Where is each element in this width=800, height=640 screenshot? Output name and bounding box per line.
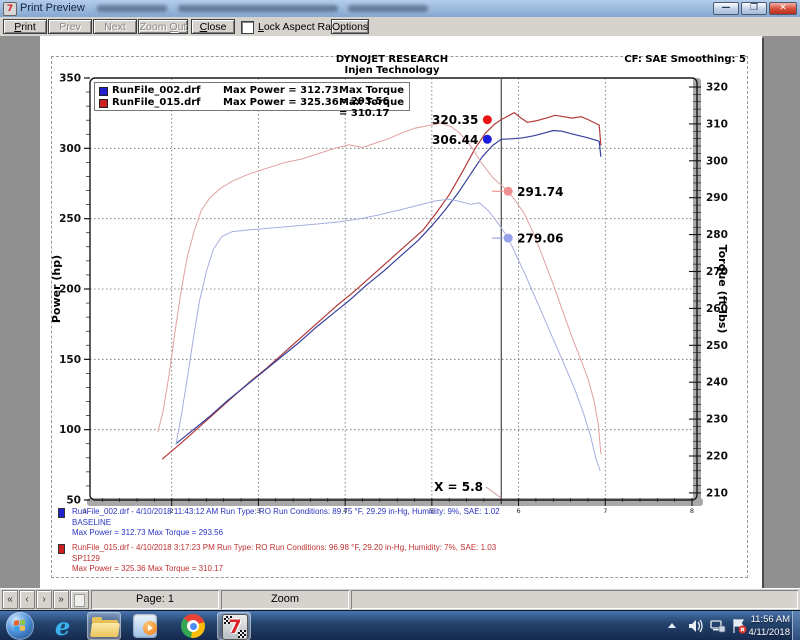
options-button[interactable]: Options [331, 19, 369, 34]
first-page-button[interactable]: « [2, 590, 18, 609]
taskbar-item-chrome[interactable] [176, 612, 210, 640]
tray-clock[interactable]: 11:56 AM 4/11/2018 [720, 613, 790, 639]
callout-dot [483, 115, 492, 124]
legend-file: RunFile_015.drf [112, 97, 201, 108]
print-preview-area: DYNOJET RESEARCH Injen Technology CF: SA… [0, 36, 800, 588]
media-player-icon [133, 614, 157, 638]
torque-tick-label: 310 [706, 118, 728, 130]
power-tick-label: 150 [59, 354, 81, 366]
callout-label: 291.74 [517, 185, 563, 199]
dynojet-winpep-icon: 7 [222, 614, 248, 640]
callout-dot [504, 187, 513, 196]
power-tick-label: 50 [66, 495, 81, 507]
power-tick-label: 100 [59, 424, 81, 436]
run-maxvalues: Max Power = 312.73 Max Torque = 293.56 [72, 528, 748, 539]
zoom-out-button[interactable]: Zoom Out [138, 19, 188, 34]
torque-tick-label: 240 [706, 377, 728, 389]
screen: 7 Print Preview — ❐ ✕ Print Prev Next Zo… [0, 0, 800, 640]
lock-aspect-ratio-label: Lock Aspect Ratio [258, 21, 342, 33]
window-title: Print Preview [20, 2, 85, 14]
zoom-panel: Zoom [221, 590, 349, 609]
run-label: BASELINE [72, 518, 748, 529]
run-maxvalues: Max Power = 325.36 Max Torque = 310.17 [72, 564, 748, 575]
restore-button[interactable]: ❐ [741, 2, 767, 15]
callout-label: 320.35 [432, 113, 478, 127]
x-axis-bar [87, 498, 703, 506]
close-window-button[interactable]: ✕ [769, 2, 797, 15]
last-page-button[interactable]: » [53, 590, 69, 609]
run-info-line: RunFile_002.drf - 4/10/2018 11:43:12 AM … [72, 507, 748, 518]
legend-file: RunFile_002.drf [112, 85, 201, 96]
legend-max-power: Max Power = 312.73 [223, 85, 339, 96]
torque-tick-label: 320 [706, 82, 728, 94]
power-tick-label: 300 [59, 143, 81, 155]
cursor-x-label: X = 5.8 [434, 480, 483, 494]
redacted-title-text [97, 5, 167, 12]
preview-page: DYNOJET RESEARCH Injen Technology CF: SA… [40, 36, 762, 588]
run-swatch-blue [58, 508, 65, 518]
start-button[interactable] [6, 612, 34, 640]
toolbar: Print Prev Next Zoom Out Close Lock Aspe… [0, 17, 800, 37]
torque-tick-label: 250 [706, 340, 728, 352]
callout-dot [504, 234, 513, 243]
power-tick-label: 350 [59, 73, 81, 85]
run-details-sp1129: RunFile_015.drf - 4/10/2018 3:17:23 PM R… [58, 543, 748, 575]
windows-flag-icon [14, 619, 26, 632]
show-hidden-icons-button[interactable] [668, 623, 676, 628]
torque-axis-title: Torque (ft-lbs) [716, 245, 729, 334]
page-number-panel: Page: 1 [91, 590, 219, 609]
close-preview-button[interactable]: Close [191, 19, 235, 34]
clock-time: 11:56 AM [720, 613, 790, 626]
app-logo-icon: 7 [3, 2, 17, 16]
legend-swatch-blue [99, 87, 108, 96]
volume-icon[interactable] [688, 618, 704, 634]
run-info-line: RunFile_015.drf - 4/10/2018 3:17:23 PM R… [72, 543, 748, 554]
legend-row: RunFile_015.drf Max Power = 325.36 Max T… [95, 97, 409, 109]
torque-tick-label: 230 [706, 414, 728, 426]
torque-tick-label: 300 [706, 155, 728, 167]
power-axis-title: Power (hp) [50, 255, 63, 323]
next-page-button[interactable]: Next [93, 19, 137, 34]
legend-max-power: Max Power = 325.36 [223, 97, 339, 108]
plot-legend: RunFile_002.drf Max Power = 312.73 Max T… [94, 82, 410, 111]
taskbar-item-internet-explorer[interactable]: e [48, 612, 82, 640]
torque-tick-label: 290 [706, 192, 728, 204]
print-button[interactable]: Print [3, 19, 47, 34]
run-details-baseline: RunFile_002.drf - 4/10/2018 11:43:12 AM … [58, 507, 748, 539]
taskbar: e 7 11:56 AM 4/11/2018 [0, 610, 800, 640]
taskbar-item-dynojet-winpep[interactable]: 7 [217, 612, 251, 640]
redacted-title-text [178, 5, 338, 12]
internet-explorer-icon: e [55, 612, 70, 640]
legend-row: RunFile_002.drf Max Power = 312.73 Max T… [95, 85, 409, 97]
taskbar-item-media-player[interactable] [128, 612, 162, 640]
prev-page-nav-button[interactable]: ‹ [19, 590, 35, 609]
legend-swatch-red [99, 99, 108, 108]
next-page-nav-button[interactable]: › [36, 590, 52, 609]
power-tick-label: 250 [59, 213, 81, 225]
title-bar: 7 Print Preview — ❐ ✕ [0, 0, 800, 18]
torque-tick-label: 280 [706, 229, 728, 241]
run-swatch-red [58, 544, 65, 554]
power-runfile-015 [162, 113, 601, 460]
status-bar: « ‹ › » Page: 1 Zoom [0, 588, 800, 611]
callout-label: 279.06 [517, 232, 563, 246]
callout-label: 306.44 [432, 133, 478, 147]
redacted-title-text [348, 5, 428, 12]
lock-aspect-ratio-checkbox[interactable] [241, 21, 254, 34]
legend-max-torque: Max Torque = 310.17 [339, 97, 409, 119]
callout-dot [483, 135, 492, 144]
prev-page-button[interactable]: Prev [48, 19, 92, 34]
clock-date: 4/11/2018 [720, 626, 790, 639]
minimize-button[interactable]: — [713, 2, 739, 15]
run-label: SP1129 [72, 554, 748, 565]
show-desktop-button[interactable] [792, 611, 800, 640]
chrome-icon [181, 614, 205, 638]
torque-tick-label: 220 [706, 451, 728, 463]
taskbar-item-windows-explorer[interactable] [87, 612, 121, 640]
torque-tick-label: 210 [706, 487, 728, 499]
page-setup-button[interactable] [70, 590, 89, 609]
status-empty-panel [351, 590, 798, 609]
